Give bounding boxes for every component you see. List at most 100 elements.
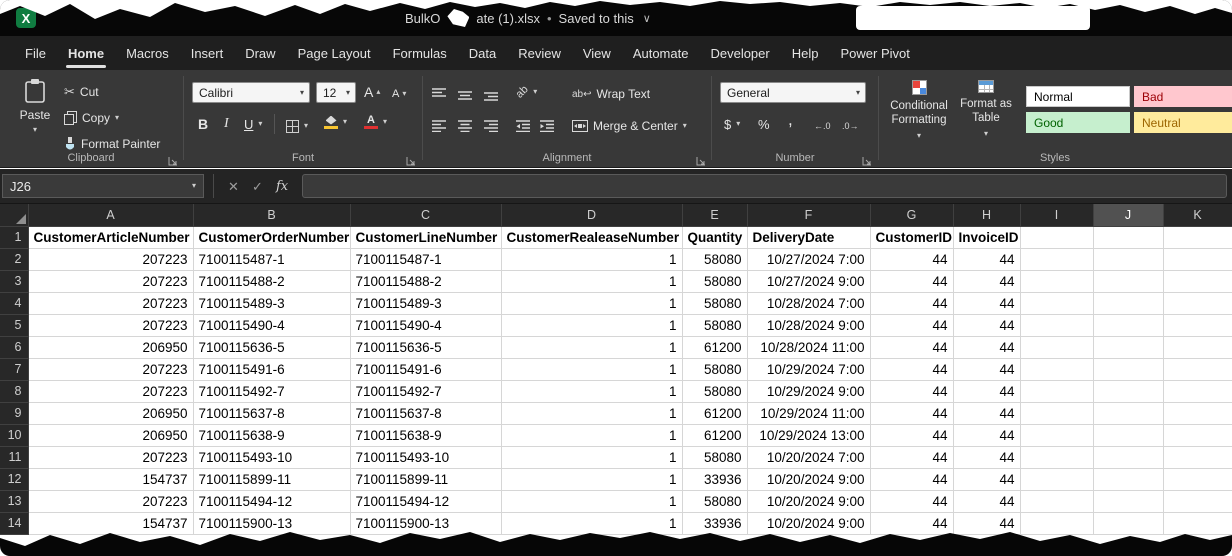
cell-e11[interactable]: 58080	[682, 446, 747, 468]
cell-j10[interactable]	[1093, 424, 1163, 446]
cell-c2[interactable]: 7100115487-1	[350, 248, 501, 270]
borders-button[interactable]: ▾	[286, 116, 308, 136]
cell-d11[interactable]: 1	[501, 446, 682, 468]
format-as-table-button[interactable]: Format as Table ▾	[954, 80, 1018, 138]
cell-e13[interactable]: 58080	[682, 490, 747, 512]
enter-button[interactable]: ✓	[252, 169, 263, 204]
row-header-6[interactable]: 6	[0, 336, 28, 358]
select-all-corner[interactable]	[0, 204, 28, 226]
underline-button[interactable]: U ▾	[244, 114, 262, 134]
cell-j13[interactable]	[1093, 490, 1163, 512]
tab-data[interactable]: Data	[458, 36, 507, 70]
tab-home[interactable]: Home	[57, 36, 115, 70]
row-header-10[interactable]: 10	[0, 424, 28, 446]
cell-h12[interactable]: 44	[953, 468, 1020, 490]
align-bottom-button[interactable]	[484, 86, 498, 106]
cell-d9[interactable]: 1	[501, 402, 682, 424]
cell-f3[interactable]: 10/27/2024 9:00	[747, 270, 870, 292]
cell-b14[interactable]: 7100115900-13	[193, 512, 350, 534]
cell-d12[interactable]: 1	[501, 468, 682, 490]
cell-style-normal[interactable]: Normal	[1026, 86, 1130, 107]
cell-a11[interactable]: 207223	[28, 446, 193, 468]
cell-e8[interactable]: 58080	[682, 380, 747, 402]
cell-a6[interactable]: 206950	[28, 336, 193, 358]
cell-i11[interactable]	[1020, 446, 1093, 468]
cell-h14[interactable]: 44	[953, 512, 1020, 534]
cell-c6[interactable]: 7100115636-5	[350, 336, 501, 358]
cell-j12[interactable]	[1093, 468, 1163, 490]
column-header-f[interactable]: F	[747, 204, 870, 226]
number-format-combo[interactable]: General ▾	[720, 82, 866, 103]
cell-d4[interactable]: 1	[501, 292, 682, 314]
paste-button[interactable]: Paste ▾	[10, 78, 60, 134]
cell-c7[interactable]: 7100115491-6	[350, 358, 501, 380]
cell-e12[interactable]: 33936	[682, 468, 747, 490]
align-top-button[interactable]	[432, 84, 446, 104]
tab-file[interactable]: File	[14, 36, 57, 70]
bold-button[interactable]: B	[198, 114, 208, 134]
cell-a10[interactable]: 206950	[28, 424, 193, 446]
cell-e14[interactable]: 33936	[682, 512, 747, 534]
cell-a4[interactable]: 207223	[28, 292, 193, 314]
cell-h10[interactable]: 44	[953, 424, 1020, 446]
cell-j2[interactable]	[1093, 248, 1163, 270]
cell-g12[interactable]: 44	[870, 468, 953, 490]
search-box-remnant[interactable]	[856, 6, 1090, 30]
cell-d6[interactable]: 1	[501, 336, 682, 358]
cancel-button[interactable]: ✕	[228, 169, 239, 204]
cell-k10[interactable]	[1163, 424, 1232, 446]
percent-style-button[interactable]: %	[758, 114, 770, 134]
cell-k12[interactable]	[1163, 468, 1232, 490]
cell-h3[interactable]: 44	[953, 270, 1020, 292]
cell-style-neutral[interactable]: Neutral	[1134, 112, 1232, 133]
formula-input[interactable]	[302, 174, 1227, 198]
row-header-1[interactable]: 1	[0, 226, 28, 248]
cell-style-bad[interactable]: Bad	[1134, 86, 1232, 107]
cell-d7[interactable]: 1	[501, 358, 682, 380]
cell-f10[interactable]: 10/29/2024 13:00	[747, 424, 870, 446]
cell-style-good[interactable]: Good	[1026, 112, 1130, 133]
cell-i12[interactable]	[1020, 468, 1093, 490]
cell-c1[interactable]: CustomerLineNumber	[350, 226, 501, 248]
cell-f4[interactable]: 10/28/2024 7:00	[747, 292, 870, 314]
cell-c14[interactable]: 7100115900-13	[350, 512, 501, 534]
cell-a14[interactable]: 154737	[28, 512, 193, 534]
row-header-12[interactable]: 12	[0, 468, 28, 490]
decrease-indent-button[interactable]	[516, 116, 530, 136]
cell-g8[interactable]: 44	[870, 380, 953, 402]
cell-j7[interactable]	[1093, 358, 1163, 380]
cell-k13[interactable]	[1163, 490, 1232, 512]
row-header-11[interactable]: 11	[0, 446, 28, 468]
cell-g13[interactable]: 44	[870, 490, 953, 512]
cell-d3[interactable]: 1	[501, 270, 682, 292]
cell-h2[interactable]: 44	[953, 248, 1020, 270]
cell-g3[interactable]: 44	[870, 270, 953, 292]
cell-e7[interactable]: 58080	[682, 358, 747, 380]
cell-d8[interactable]: 1	[501, 380, 682, 402]
align-center-button[interactable]	[458, 116, 472, 136]
cell-e1[interactable]: Quantity	[682, 226, 747, 248]
cell-a3[interactable]: 207223	[28, 270, 193, 292]
column-header-d[interactable]: D	[501, 204, 682, 226]
cell-k2[interactable]	[1163, 248, 1232, 270]
cell-i4[interactable]	[1020, 292, 1093, 314]
cell-a9[interactable]: 206950	[28, 402, 193, 424]
cell-e4[interactable]: 58080	[682, 292, 747, 314]
decrease-decimal-button[interactable]: .0→	[842, 116, 859, 136]
cell-h11[interactable]: 44	[953, 446, 1020, 468]
tab-draw[interactable]: Draw	[234, 36, 286, 70]
wrap-text-button[interactable]: ab↩ Wrap Text	[572, 84, 650, 104]
cell-j6[interactable]	[1093, 336, 1163, 358]
row-header-3[interactable]: 3	[0, 270, 28, 292]
cell-c13[interactable]: 7100115494-12	[350, 490, 501, 512]
fill-color-button[interactable]: ▾	[324, 112, 347, 132]
column-header-b[interactable]: B	[193, 204, 350, 226]
cell-g7[interactable]: 44	[870, 358, 953, 380]
row-header-4[interactable]: 4	[0, 292, 28, 314]
cell-b11[interactable]: 7100115493-10	[193, 446, 350, 468]
cell-c3[interactable]: 7100115488-2	[350, 270, 501, 292]
cell-k5[interactable]	[1163, 314, 1232, 336]
cell-i9[interactable]	[1020, 402, 1093, 424]
cell-b7[interactable]: 7100115491-6	[193, 358, 350, 380]
cell-k4[interactable]	[1163, 292, 1232, 314]
